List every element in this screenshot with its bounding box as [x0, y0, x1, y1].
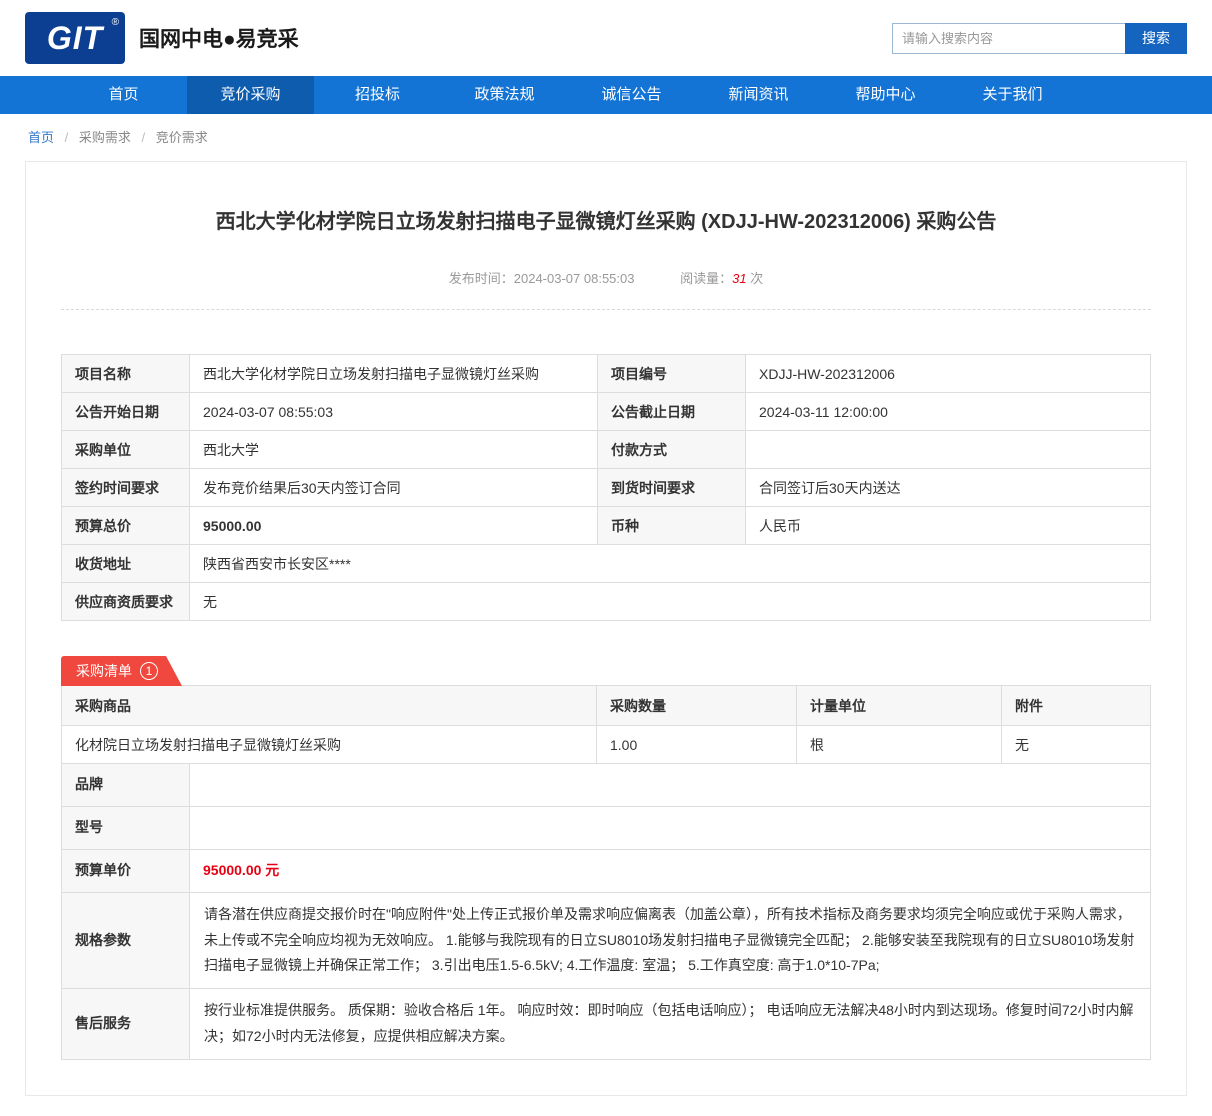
detail-label-unit-price: 预算单价: [61, 848, 190, 893]
publish-time-label: 发布时间：: [448, 271, 514, 286]
info-value: 西北大学化材学院日立场发射扫描电子显微镜灯丝采购: [189, 354, 598, 393]
total-budget-value: 95000.00: [189, 506, 598, 545]
info-label: 公告截止日期: [597, 392, 746, 431]
item-unit: 根: [796, 725, 1002, 764]
info-label: 签约时间要求: [61, 468, 190, 507]
table-row: 签约时间要求 发布竞价结果后30天内签订合同 到货时间要求 合同签订后30天内送…: [61, 468, 1151, 507]
breadcrumb: 首页 / 采购需求 / 竞价需求: [0, 114, 1212, 159]
nav-item-bidding-purchase[interactable]: 竞价采购: [187, 76, 314, 114]
views-label: 阅读量：: [680, 271, 733, 286]
logo-text: GIT: [46, 19, 104, 56]
nav-item-news[interactable]: 新闻资讯: [695, 76, 822, 114]
info-value: 发布竞价结果后30天内签订合同: [189, 468, 598, 507]
info-label: 收货地址: [61, 544, 190, 583]
detail-value-model: [189, 805, 1151, 850]
item-quantity: 1.00: [596, 725, 797, 764]
item-product-name: 化材院日立场发射扫描电子显微镜灯丝采购: [61, 725, 597, 764]
table-row: 化材院日立场发射扫描电子显微镜灯丝采购 1.00 根 无: [61, 725, 1151, 764]
table-row: 预算单价 95000.00 元: [61, 848, 1151, 893]
detail-label-brand: 品牌: [61, 763, 190, 807]
detail-label-model: 型号: [61, 805, 190, 850]
table-row: 型号: [61, 805, 1151, 850]
nav-item-help-center[interactable]: 帮助中心: [822, 76, 949, 114]
views-unit: 次: [750, 271, 764, 286]
info-value: 2024-03-11 12:00:00: [745, 392, 1151, 431]
breadcrumb-home[interactable]: 首页: [28, 130, 54, 145]
breadcrumb-separator: /: [64, 130, 69, 145]
article-meta: 发布时间：2024-03-07 08:55:03 阅读量：31 次: [61, 268, 1151, 310]
column-header-quantity: 采购数量: [596, 685, 797, 726]
table-row: 公告开始日期 2024-03-07 08:55:03 公告截止日期 2024-0…: [61, 392, 1151, 431]
nav-item-about-us[interactable]: 关于我们: [949, 76, 1076, 114]
purchase-list-badge: 采购清单 1: [61, 656, 182, 686]
info-value: [745, 430, 1151, 469]
info-label: 公告开始日期: [61, 392, 190, 431]
table-row: 品牌: [61, 763, 1151, 807]
search-area: 搜索: [892, 22, 1187, 54]
info-label: 项目编号: [597, 354, 746, 393]
table-row: 预算总价 95000.00 币种 人民币: [61, 506, 1151, 545]
publish-time-value: 2024-03-07 08:55:03: [513, 271, 635, 286]
info-label: 项目名称: [61, 354, 190, 393]
breadcrumb-current: 竞价需求: [155, 130, 208, 145]
table-row: 供应商资质要求 无: [61, 582, 1151, 621]
info-label: 供应商资质要求: [61, 582, 190, 621]
registered-trademark-icon: ®: [111, 17, 119, 28]
search-button[interactable]: 搜索: [1125, 22, 1187, 54]
nav-item-policy[interactable]: 政策法规: [441, 76, 568, 114]
item-details-table: 品牌 型号 预算单价 95000.00 元 规格参数 请各潜在供应商提交报价时在…: [61, 763, 1151, 1061]
table-row: 收货地址 陕西省西安市长安区****: [61, 544, 1151, 583]
column-header-unit: 计量单位: [796, 685, 1002, 726]
detail-label-specifications: 规格参数: [61, 891, 190, 990]
table-header-row: 采购商品 采购数量 计量单位 附件: [61, 685, 1151, 726]
info-label: 到货时间要求: [597, 468, 746, 507]
detail-value-specifications: 请各潜在供应商提交报价时在"响应附件"处上传正式报价单及需求响应偏离表（加盖公章…: [189, 891, 1151, 990]
purchase-list-count-badge: 1: [140, 662, 158, 680]
breadcrumb-separator: /: [141, 130, 146, 145]
page-title: 西北大学化材学院日立场发射扫描电子显微镜灯丝采购 (XDJJ-HW-202312…: [215, 211, 997, 233]
info-value: 无: [189, 582, 1151, 621]
info-value: 西北大学: [189, 430, 598, 469]
announcement-card: 西北大学化材学院日立场发射扫描电子显微镜灯丝采购 (XDJJ-HW-202312…: [25, 161, 1187, 1097]
main-nav: 首页 竞价采购 招投标 政策法规 诚信公告 新闻资讯 帮助中心 关于我们: [0, 76, 1212, 114]
purchase-items-table: 采购商品 采购数量 计量单位 附件 化材院日立场发射扫描电子显微镜灯丝采购 1.…: [61, 685, 1151, 764]
site-header: GIT ® 国网中电●易竞采 搜索: [0, 0, 1212, 76]
detail-value-brand: [189, 763, 1151, 807]
info-value: 人民币: [745, 506, 1151, 545]
search-input[interactable]: [892, 22, 1125, 54]
info-value: 2024-03-07 08:55:03: [189, 392, 598, 431]
breadcrumb-purchase-demand[interactable]: 采购需求: [79, 130, 131, 145]
info-value: XDJJ-HW-202312006: [745, 354, 1151, 393]
detail-label-after-sales: 售后服务: [61, 988, 190, 1061]
table-row: 采购单位 西北大学 付款方式: [61, 430, 1151, 469]
nav-item-integrity-notice[interactable]: 诚信公告: [568, 76, 695, 114]
table-row: 规格参数 请各潜在供应商提交报价时在"响应附件"处上传正式报价单及需求响应偏离表…: [61, 891, 1151, 990]
info-label: 采购单位: [61, 430, 190, 469]
site-logo[interactable]: GIT ®: [25, 12, 125, 64]
column-header-product: 采购商品: [61, 685, 597, 726]
info-value: 陕西省西安市长安区****: [189, 544, 1151, 583]
detail-value-after-sales: 按行业标准提供服务。 质保期：验收合格后 1年。 响应时效：即时响应（包括电话响…: [189, 988, 1151, 1061]
detail-value-unit-price: 95000.00 元: [189, 848, 1151, 893]
purchase-list-badge-label: 采购清单: [76, 663, 132, 679]
nav-item-home[interactable]: 首页: [60, 76, 187, 114]
views-count: 31: [732, 271, 747, 286]
info-value: 合同签订后30天内送达: [745, 468, 1151, 507]
column-header-attachment: 附件: [1001, 685, 1151, 726]
info-label: 付款方式: [597, 430, 746, 469]
project-info-table: 项目名称 西北大学化材学院日立场发射扫描电子显微镜灯丝采购 项目编号 XDJJ-…: [61, 354, 1151, 621]
item-attachment: 无: [1001, 725, 1151, 764]
table-row: 售后服务 按行业标准提供服务。 质保期：验收合格后 1年。 响应时效：即时响应（…: [61, 988, 1151, 1061]
site-title: 国网中电●易竞采: [139, 28, 299, 51]
nav-item-tender[interactable]: 招投标: [314, 76, 441, 114]
table-row: 项目名称 西北大学化材学院日立场发射扫描电子显微镜灯丝采购 项目编号 XDJJ-…: [61, 354, 1151, 393]
info-label: 预算总价: [61, 506, 190, 545]
info-label: 币种: [597, 506, 746, 545]
